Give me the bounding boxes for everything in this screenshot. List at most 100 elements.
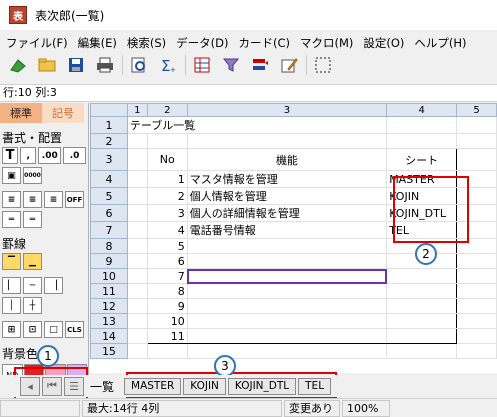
row-header-2[interactable]: 2 (90, 133, 128, 149)
border-right-icon[interactable]: ▕ (44, 277, 63, 294)
border-all-icon[interactable]: ⊞ (2, 321, 21, 338)
cell[interactable] (146, 133, 188, 149)
table-row-sheet[interactable] (386, 298, 458, 314)
clear-border-button[interactable]: CLS (65, 321, 84, 338)
table-header-no[interactable]: No (146, 148, 188, 171)
tab-prev-disabled-icon[interactable]: ◂ (20, 376, 40, 396)
menu-card[interactable]: カード(C) (234, 35, 294, 51)
table-row-func[interactable]: マスタ情報を管理 (186, 170, 388, 188)
code-icon[interactable]: 0000 (23, 167, 42, 184)
text-format-button[interactable]: T (2, 147, 19, 164)
leaf-green-icon[interactable] (6, 54, 30, 76)
row-header-7[interactable]: 7 (90, 221, 128, 239)
cell[interactable] (126, 253, 148, 269)
row-header-13[interactable]: 13 (90, 313, 128, 329)
print-icon[interactable] (93, 54, 117, 76)
cell[interactable] (126, 313, 148, 329)
table-header-sheet[interactable]: シート (386, 148, 458, 171)
cell[interactable] (126, 221, 148, 239)
border-inner-icon[interactable]: ⊡ (23, 321, 42, 338)
table-row-func[interactable]: 電話番号情報 (186, 221, 388, 239)
row-header-5[interactable]: 5 (90, 187, 128, 205)
sheet-tab-tel[interactable]: TEL (298, 377, 332, 395)
border-outer-icon[interactable]: □ (44, 321, 63, 338)
select-range-icon[interactable] (311, 54, 335, 76)
table-row-func[interactable] (186, 253, 388, 269)
table-row-no[interactable]: 9 (146, 298, 188, 314)
menu-edit[interactable]: 編集(E) (74, 35, 121, 51)
border-bottom-icon[interactable]: ▁ (23, 253, 42, 270)
comma-format-button[interactable]: , (20, 147, 37, 164)
table-row-func[interactable]: 個人情報を管理 (186, 187, 388, 205)
row-header-10[interactable]: 10 (90, 268, 128, 284)
align-middle-icon[interactable]: ═ (23, 211, 42, 228)
cell[interactable] (126, 204, 148, 222)
cell[interactable] (456, 328, 497, 344)
col-header-1[interactable]: 1 (126, 103, 148, 117)
sheet-title-cell[interactable]: テーブル一覧 (126, 116, 388, 134)
border-vertical-icon[interactable]: │ (2, 297, 21, 314)
align-left-icon[interactable]: ≡ (2, 191, 21, 208)
cell[interactable] (186, 343, 388, 359)
sigma-icon[interactable]: Σ + (156, 54, 180, 76)
table-row-func[interactable] (186, 313, 388, 329)
border-cross-icon[interactable]: ┼ (23, 297, 42, 314)
table-row-func[interactable] (186, 238, 388, 254)
table-row-no[interactable]: 7 (146, 268, 188, 284)
align-center-icon[interactable]: ≡ (23, 191, 42, 208)
table-row-sheet[interactable] (386, 268, 458, 284)
cell[interactable] (126, 298, 148, 314)
table-row-func[interactable]: 個人の詳細情報を管理 (186, 204, 388, 222)
edit-icon[interactable] (277, 54, 301, 76)
corner-header[interactable] (90, 103, 128, 117)
cell[interactable] (456, 283, 497, 299)
preview-icon[interactable] (127, 54, 151, 76)
row-header-4[interactable]: 4 (90, 170, 128, 188)
cell[interactable] (146, 343, 188, 359)
col-header-3[interactable]: 3 (186, 103, 388, 117)
row-header-9[interactable]: 9 (90, 253, 128, 269)
border-top-icon[interactable]: ▔ (2, 253, 21, 270)
decimal-decrease-button[interactable]: .0 (63, 147, 86, 164)
row-header-12[interactable]: 12 (90, 298, 128, 314)
cell[interactable] (456, 253, 497, 269)
sheet-tab-kojin-dtl[interactable]: KOJIN_DTL (227, 377, 297, 395)
col-header-4[interactable]: 4 (386, 103, 458, 117)
border-horizontal-icon[interactable]: ─ (23, 277, 42, 294)
table-row-no[interactable]: 6 (146, 253, 188, 269)
cell[interactable] (456, 313, 497, 329)
menu-search[interactable]: 検索(S) (123, 35, 170, 51)
cell[interactable] (386, 116, 458, 134)
table-row-sheet[interactable] (386, 283, 458, 299)
cell[interactable] (456, 343, 497, 359)
menu-file[interactable]: ファイル(F) (2, 35, 72, 51)
border-left-icon[interactable]: ▏ (2, 277, 21, 294)
cell[interactable] (126, 268, 148, 284)
cell[interactable] (186, 133, 388, 149)
cell[interactable] (126, 133, 148, 149)
table-row-func[interactable] (186, 328, 388, 344)
cell[interactable] (456, 116, 497, 134)
menu-data[interactable]: データ(D) (172, 35, 232, 51)
menu-macro[interactable]: マクロ(M) (296, 35, 357, 51)
cell[interactable] (126, 187, 148, 205)
cell[interactable] (126, 170, 148, 188)
row-header-14[interactable]: 14 (90, 328, 128, 344)
sheet-tab-kojin[interactable]: KOJIN (183, 377, 226, 395)
row-header-8[interactable]: 8 (90, 238, 128, 254)
table-row-no[interactable]: 8 (146, 283, 188, 299)
box-icon[interactable]: ▣ (2, 167, 21, 184)
align-right-icon[interactable]: ≡ (44, 191, 63, 208)
menu-help[interactable]: ヘルプ(H) (410, 35, 470, 51)
cell[interactable] (126, 283, 148, 299)
save-icon[interactable] (64, 54, 88, 76)
cell[interactable] (456, 298, 497, 314)
table-row-no[interactable]: 10 (146, 313, 188, 329)
cell[interactable] (126, 238, 148, 254)
row-header-15[interactable]: 15 (90, 343, 128, 359)
table-row-sheet[interactable] (386, 313, 458, 329)
col-header-5[interactable]: 5 (456, 103, 497, 117)
menu-settings[interactable]: 設定(O) (359, 35, 408, 51)
cell[interactable] (456, 268, 497, 284)
filter-icon[interactable] (219, 54, 243, 76)
